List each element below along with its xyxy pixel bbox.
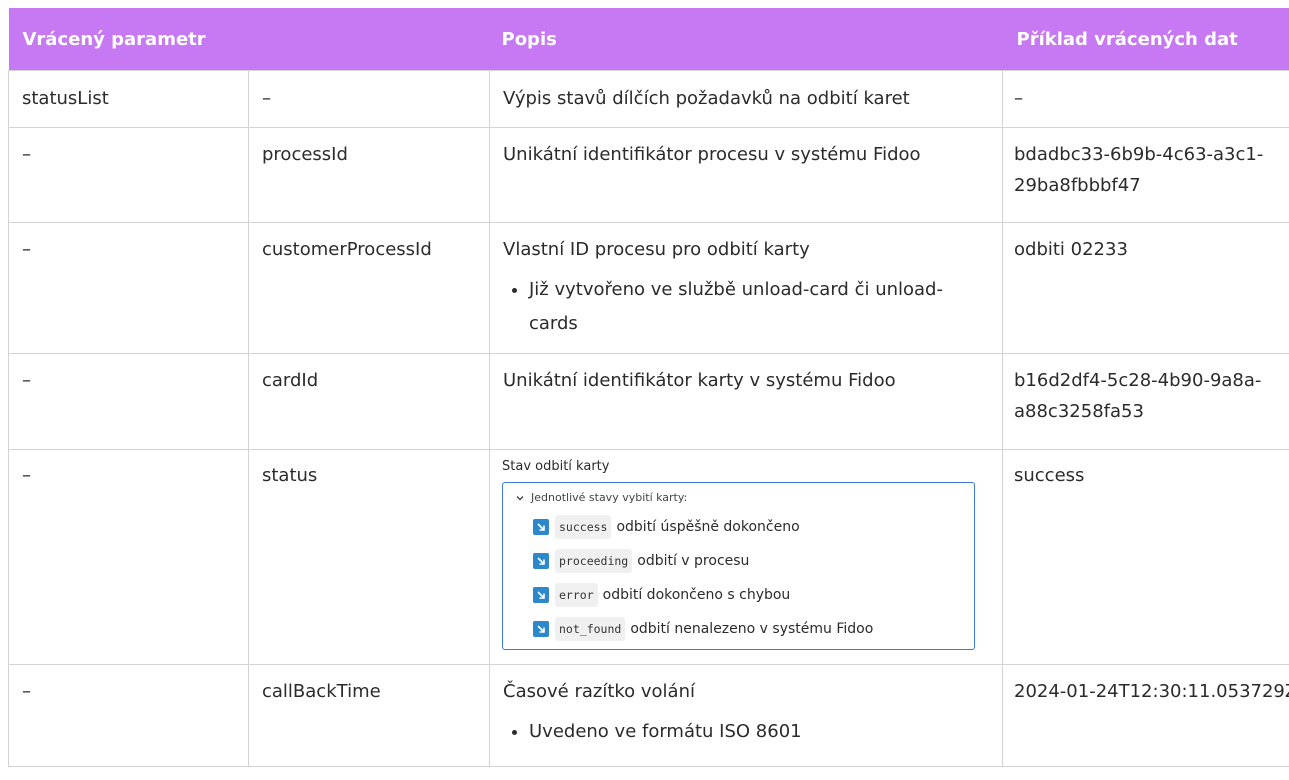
description-text: Časové razítko volání bbox=[503, 681, 695, 702]
example-cell: odbiti 02233 bbox=[1002, 222, 1289, 354]
expand-toggle[interactable]: Jednotlivé stavy vybití karty: bbox=[513, 489, 964, 507]
header-description: Popis bbox=[489, 8, 1003, 71]
subparam-cell: – bbox=[248, 70, 490, 128]
param-cell: – bbox=[8, 449, 249, 665]
bullet-item: Již vytvořeno ve službě unload-card či u… bbox=[529, 273, 989, 341]
status-description-title: Stav odbití karty bbox=[502, 459, 610, 474]
returned-parameters-table: Vrácený parametr Popis Příklad vrácených… bbox=[8, 8, 1289, 767]
param-cell: – bbox=[8, 664, 249, 767]
description-cell: Unikátní identifikátor karty v systému F… bbox=[489, 353, 1003, 450]
state-item-success: success odbití úspěšně dokončeno bbox=[533, 515, 964, 539]
state-item-proceeding: proceeding odbití v procesu bbox=[533, 549, 964, 573]
bullet-item: Uvedeno ve formátu ISO 8601 bbox=[529, 715, 989, 749]
param-cell: – bbox=[8, 222, 249, 354]
subparam-cell: customerProcessId bbox=[248, 222, 490, 354]
arrow-down-right-icon bbox=[533, 621, 549, 637]
param-cell: statusList bbox=[8, 70, 249, 128]
bullet-list: Již vytvořeno ve službě unload-card či u… bbox=[503, 273, 989, 341]
subparam-cell: status bbox=[248, 449, 490, 665]
description-cell: Výpis stavů dílčích požadavků na odbití … bbox=[489, 70, 1003, 128]
param-cell: – bbox=[8, 127, 249, 223]
status-expand-panel: Jednotlivé stavy vybití karty: success o… bbox=[502, 482, 975, 650]
header-subparameter bbox=[248, 8, 490, 71]
example-cell: bdadbc33-6b9b-4c63-a3c1-29ba8fbbbf47 bbox=[1002, 127, 1289, 223]
state-text: odbití dokončeno s chybou bbox=[602, 587, 791, 603]
state-text: odbití nenalezeno v systému Fidoo bbox=[630, 621, 874, 637]
description-text: Vlastní ID procesu pro odbití karty bbox=[503, 239, 810, 260]
table-row: – callBackTime Časové razítko volání Uve… bbox=[8, 664, 1289, 767]
state-code: error bbox=[555, 583, 598, 607]
subparam-cell: callBackTime bbox=[248, 664, 490, 767]
header-returned-parameter: Vrácený parametr bbox=[8, 8, 249, 71]
param-cell: – bbox=[8, 353, 249, 450]
chevron-down-icon bbox=[513, 491, 527, 505]
example-cell: 2024-01-24T12:30:11.053729Z bbox=[1002, 664, 1289, 767]
table-row: – customerProcessId Vlastní ID procesu p… bbox=[8, 222, 1289, 354]
state-text: odbití v procesu bbox=[637, 553, 750, 569]
header-example-data: Příklad vrácených dat bbox=[1002, 8, 1289, 71]
description-cell: Vlastní ID procesu pro odbití karty Již … bbox=[489, 222, 1003, 354]
table-row: – processId Unikátní identifikátor proce… bbox=[8, 127, 1289, 223]
state-code: not_found bbox=[555, 617, 626, 641]
arrow-down-right-icon bbox=[533, 553, 549, 569]
description-cell: Stav odbití karty Jednotlivé stavy vybit… bbox=[489, 449, 1003, 665]
arrow-down-right-icon bbox=[533, 587, 549, 603]
example-cell: – bbox=[1002, 70, 1289, 128]
example-cell: b16d2df4-5c28-4b90-9a8a-a88c3258fa53 bbox=[1002, 353, 1289, 450]
state-code: success bbox=[555, 515, 612, 539]
subparam-cell: processId bbox=[248, 127, 490, 223]
subparam-cell: cardId bbox=[248, 353, 490, 450]
table-row: – status Stav odbití karty Jednotlivé st… bbox=[8, 449, 1289, 665]
description-cell: Časové razítko volání Uvedeno ve formátu… bbox=[489, 664, 1003, 767]
table-row: statusList – Výpis stavů dílčích požadav… bbox=[8, 70, 1289, 128]
table-header-row: Vrácený parametr Popis Příklad vrácených… bbox=[8, 8, 1289, 71]
arrow-down-right-icon bbox=[533, 519, 549, 535]
table-row: – cardId Unikátní identifikátor karty v … bbox=[8, 353, 1289, 450]
parameters-table-container: Vrácený parametr Popis Příklad vrácených… bbox=[8, 8, 1289, 780]
example-cell: success bbox=[1002, 449, 1289, 665]
state-item-error: error odbití dokončeno s chybou bbox=[533, 583, 964, 607]
state-item-not-found: not_found odbití nenalezeno v systému Fi… bbox=[533, 617, 964, 641]
bullet-list: Uvedeno ve formátu ISO 8601 bbox=[503, 715, 989, 749]
state-text: odbití úspěšně dokončeno bbox=[616, 519, 800, 535]
state-code: proceeding bbox=[555, 549, 633, 573]
description-cell: Unikátní identifikátor procesu v systému… bbox=[489, 127, 1003, 223]
expand-label: Jednotlivé stavy vybití karty: bbox=[531, 491, 688, 504]
